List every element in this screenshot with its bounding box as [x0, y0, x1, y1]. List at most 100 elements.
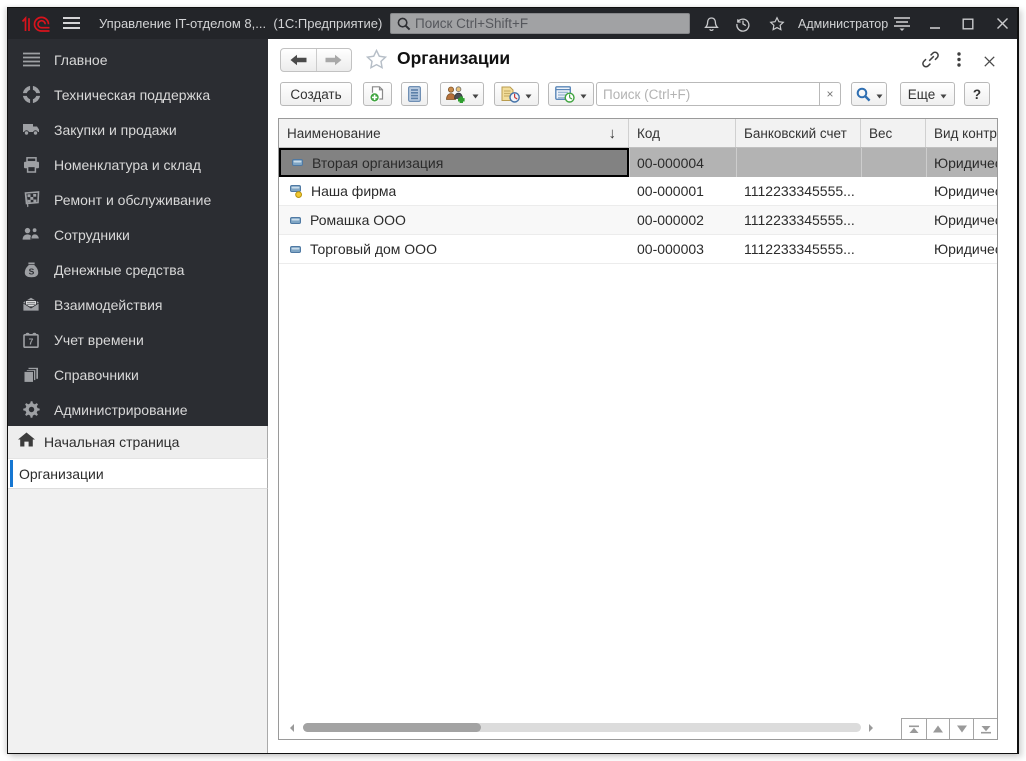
sidebar-item-zakupki[interactable]: Закупки и продажи — [8, 112, 268, 147]
table-row[interactable]: Ромашка ООО 00-000002 1112233345555... Ю… — [279, 206, 997, 235]
column-header-weight[interactable]: Вес — [861, 119, 926, 147]
sort-descending-icon: ↓ — [608, 124, 617, 142]
dropdown-caret-icon — [580, 87, 587, 102]
dropdown-caret-icon — [940, 87, 947, 102]
add-favorite-star-icon[interactable] — [365, 48, 388, 76]
organization-icon — [290, 245, 301, 253]
support-icon — [22, 86, 40, 104]
advanced-search-button[interactable] — [851, 82, 887, 106]
scrollbar-track[interactable] — [303, 723, 861, 732]
sidebar-item-nomenklatura[interactable]: Номенклатура и склад — [8, 147, 268, 182]
scroll-left-arrow[interactable] — [290, 724, 294, 732]
go-previous-row-button[interactable] — [925, 719, 950, 739]
help-button[interactable]: ? — [964, 82, 990, 106]
weight-cell — [861, 235, 926, 263]
column-header-code[interactable]: Код — [629, 119, 736, 147]
name-cell: Ромашка ООО — [279, 206, 629, 234]
sidebar-item-label: Закупки и продажи — [54, 121, 177, 138]
hamburger-menu-icon[interactable] — [63, 17, 80, 30]
main-section-icon — [22, 51, 40, 69]
sidebar-item-label: Техническая поддержка — [54, 86, 211, 103]
scroll-right-arrow[interactable] — [869, 724, 873, 732]
account-cell: 1112233345555... — [744, 183, 855, 199]
reference-books-icon — [22, 366, 40, 384]
main-menu-icon[interactable] — [892, 8, 912, 39]
table-row[interactable]: Наша фирма 00-000001 1112233345555... Юр… — [279, 177, 997, 206]
horizontal-scrollbar — [279, 718, 997, 739]
sidebar-item-spravochniki[interactable]: Справочники — [8, 357, 268, 392]
close-window-button[interactable] — [994, 8, 1010, 39]
sidebar: Главное Техническая поддержка Закупки и … — [8, 39, 268, 753]
active-tab-label: Организации — [19, 465, 104, 482]
sidebar-item-remont[interactable]: Ремонт и обслуживание — [8, 182, 268, 217]
maximize-button[interactable] — [960, 8, 976, 39]
more-button[interactable]: Еще — [900, 82, 955, 106]
sidebar-item-dengi[interactable]: S Денежные средства — [8, 252, 268, 287]
scrollbar-thumb[interactable] — [303, 723, 481, 732]
create-user-button[interactable] — [440, 82, 484, 106]
minimize-button[interactable] — [927, 8, 943, 39]
app-title: Управление IT-отделом 8,... (1С:Предприя… — [99, 16, 383, 31]
envelope-icon — [22, 296, 40, 314]
sidebar-item-glavnoe[interactable]: Главное — [8, 42, 268, 77]
back-button[interactable] — [281, 49, 316, 71]
global-search-input[interactable] — [415, 16, 689, 31]
org-name: Вторая организация — [312, 154, 444, 171]
go-first-row-button[interactable] — [902, 719, 926, 739]
row-navigation-buttons — [901, 718, 997, 739]
clear-search-button[interactable]: × — [820, 82, 841, 106]
name-cell: Торговый дом ООО — [279, 235, 629, 263]
go-next-row-button[interactable] — [949, 719, 973, 739]
sidebar-item-label: Денежные средства — [54, 261, 185, 278]
history-icon[interactable] — [734, 8, 752, 39]
sidebar-item-tehpodderzhka[interactable]: Техническая поддержка — [8, 77, 268, 112]
forward-button[interactable] — [315, 49, 351, 71]
go-last-row-button[interactable] — [973, 719, 997, 739]
create-group-button[interactable] — [363, 82, 392, 106]
sidebar-item-administrirovanie[interactable]: Администрирование — [8, 392, 268, 427]
sidebar-item-label: Учет времени — [54, 331, 144, 348]
column-header-account[interactable]: Банковский счет — [736, 119, 861, 147]
titlebar: Управление IT-отделом 8,... (1С:Предприя… — [8, 8, 1017, 39]
calendar-icon: 7 — [22, 331, 40, 349]
name-cell: Вторая организация — [279, 148, 629, 177]
favorites-star-icon[interactable] — [768, 8, 786, 39]
org-name: Торговый дом ООО — [310, 241, 437, 257]
sidebar-item-label: Номенклатура и склад — [54, 156, 201, 173]
account-cell: 1112233345555... — [744, 212, 855, 228]
column-header-kind[interactable]: Вид контрагента — [926, 119, 997, 147]
sidebar-tab-organizacii[interactable]: Организации — [8, 458, 268, 488]
list-view-button[interactable] — [401, 82, 428, 106]
kebab-menu-icon[interactable] — [957, 52, 961, 72]
user-name[interactable]: Администратор — [798, 17, 888, 31]
table-row-selected[interactable]: Вторая организация 00-000004 Юридическое… — [279, 148, 997, 177]
close-tab-icon[interactable] — [984, 54, 995, 72]
page-title: Организации — [397, 48, 511, 68]
table-row[interactable]: Торговый дом ООО 00-000003 1112233345555… — [279, 235, 997, 264]
sidebar-home-page[interactable]: Начальная страница — [8, 426, 268, 458]
weight-cell — [861, 206, 926, 234]
sidebar-item-label: Администрирование — [54, 401, 188, 418]
list-search-input[interactable] — [596, 82, 820, 106]
document-history-button[interactable] — [494, 82, 539, 106]
sidebar-item-uchet-vremeni[interactable]: 7 Учет времени — [8, 322, 268, 357]
history-nav-group — [280, 48, 352, 72]
get-link-icon[interactable] — [922, 51, 939, 73]
organizations-table: Наименование ↓ Код Банковский счет Вес В… — [278, 118, 998, 740]
sidebar-item-sotrudniki[interactable]: Сотрудники — [8, 217, 268, 252]
svg-text:S: S — [28, 266, 34, 276]
code-cell: 00-000004 — [629, 148, 736, 177]
list-settings-button[interactable] — [548, 82, 594, 106]
money-bag-icon: S — [22, 261, 40, 279]
organization-icon — [292, 159, 303, 166]
sidebar-item-vzaimodeystviya[interactable]: Взаимодействия — [8, 287, 268, 322]
notifications-bell-icon[interactable] — [702, 8, 720, 39]
kind-cell: Юридическое лицо — [926, 148, 997, 177]
sidebar-item-label: Справочники — [54, 366, 139, 383]
kind-cell: Юридическое лицо — [934, 183, 997, 199]
column-header-name[interactable]: Наименование ↓ — [279, 119, 629, 147]
active-tab-accent — [10, 460, 13, 487]
weight-cell — [861, 148, 926, 177]
sidebar-item-label: Главное — [54, 51, 108, 68]
create-button[interactable]: Создать — [280, 82, 352, 106]
